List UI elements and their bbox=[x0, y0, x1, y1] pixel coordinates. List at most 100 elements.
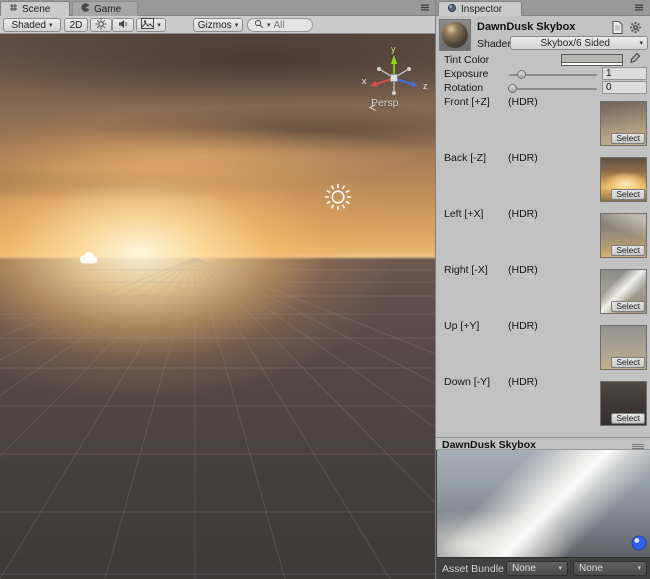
sun-icon bbox=[95, 18, 107, 33]
rotation-label: Rotation bbox=[444, 82, 483, 94]
texture-slot-front: Front [+Z] (HDR) Select bbox=[436, 96, 650, 148]
rotation-slider[interactable] bbox=[509, 88, 597, 90]
2d-toggle-label: 2D bbox=[70, 20, 83, 31]
exposure-slider-thumb[interactable] bbox=[517, 70, 526, 79]
tab-game-label: Game bbox=[94, 4, 121, 15]
axis-neg-icon[interactable] bbox=[392, 91, 396, 95]
texture-slot-right: Right [-X] (HDR) Select bbox=[436, 264, 650, 316]
hdr-badge: (HDR) bbox=[508, 152, 538, 164]
eyedropper-icon[interactable] bbox=[629, 52, 641, 68]
texture-label: Right [-X] bbox=[444, 264, 488, 276]
inspector-body: DawnDusk Skybox Shader Skybox/6 Sided ▾ … bbox=[436, 16, 650, 437]
inspector-menu-icon[interactable] bbox=[634, 3, 644, 15]
chevron-down-icon: ▾ bbox=[639, 40, 643, 47]
2d-toggle-button[interactable]: 2D bbox=[64, 18, 88, 32]
tab-inspector-label: Inspector bbox=[461, 4, 502, 15]
audio-toggle-button[interactable] bbox=[112, 18, 134, 32]
rotation-field[interactable] bbox=[602, 81, 647, 94]
hdr-badge: (HDR) bbox=[508, 208, 538, 220]
asset-bundle-bar: Asset Bundle None ▾ None ▾ bbox=[436, 557, 650, 579]
scene-menu-icon[interactable] bbox=[420, 3, 430, 15]
texture-slot-down: Down [-Y] (HDR) Select bbox=[436, 376, 650, 428]
select-texture-button[interactable]: Select bbox=[611, 189, 645, 200]
tint-color-label: Tint Color bbox=[444, 54, 489, 66]
texture-thumbnail-front[interactable]: Select bbox=[600, 101, 647, 146]
shaded-dropdown[interactable]: Shaded ▾ bbox=[3, 18, 61, 32]
hdr-badge: (HDR) bbox=[508, 96, 538, 108]
select-texture-button[interactable]: Select bbox=[611, 357, 645, 368]
axis-neg-icon[interactable] bbox=[377, 67, 381, 71]
tab-inspector[interactable]: Inspector bbox=[438, 1, 522, 16]
axis-x-label: x bbox=[362, 76, 367, 86]
texture-thumbnail-back[interactable]: Select bbox=[600, 157, 647, 202]
texture-thumbnail-right[interactable]: Select bbox=[600, 269, 647, 314]
preview-body bbox=[436, 450, 650, 557]
directional-light-gizmo-icon[interactable] bbox=[318, 177, 358, 217]
asset-bundle-label: Asset Bundle bbox=[442, 563, 504, 575]
texture-thumbnail-up[interactable]: Select bbox=[600, 325, 647, 370]
speaker-icon bbox=[117, 18, 129, 33]
material-preview-panel: DawnDusk Skybox Asset Bundle None bbox=[436, 437, 650, 579]
texture-label: Back [-Z] bbox=[444, 152, 486, 164]
select-texture-button[interactable]: Select bbox=[611, 245, 645, 256]
asset-bundle-dropdown[interactable]: None ▾ bbox=[506, 561, 568, 576]
cloud-gizmo-icon[interactable] bbox=[78, 251, 100, 265]
select-texture-button[interactable]: Select bbox=[611, 133, 645, 144]
select-texture-button[interactable]: Select bbox=[611, 301, 645, 312]
exposure-slider[interactable] bbox=[509, 74, 597, 76]
gear-icon[interactable] bbox=[629, 21, 642, 37]
texture-thumbnail-down[interactable]: Select bbox=[600, 381, 647, 426]
select-texture-button[interactable]: Select bbox=[611, 413, 645, 424]
chevron-down-icon: ▾ bbox=[157, 22, 161, 29]
shader-label: Shader bbox=[477, 38, 511, 50]
preview-badge-icon[interactable] bbox=[631, 535, 647, 554]
persp-toggle[interactable]: Persp bbox=[368, 97, 398, 109]
texture-label: Left [+X] bbox=[444, 208, 483, 220]
axis-neg-icon[interactable] bbox=[407, 67, 411, 71]
gizmo-center-cube[interactable] bbox=[391, 75, 398, 82]
texture-thumbnail-left[interactable]: Select bbox=[600, 213, 647, 258]
chevron-down-icon: ▾ bbox=[637, 565, 641, 572]
unity-editor-window: Scene Game Shaded ▾ 2D bbox=[0, 0, 650, 579]
texture-slot-left: Left [+X] (HDR) Select bbox=[436, 208, 650, 260]
texture-label: Down [-Y] bbox=[444, 376, 490, 388]
scene-panel: Scene Game Shaded ▾ 2D bbox=[0, 0, 435, 579]
material-sphere-icon bbox=[442, 22, 468, 48]
rotation-slider-thumb[interactable] bbox=[508, 84, 517, 93]
scene-viewport[interactable]: y x z Persp bbox=[0, 34, 435, 579]
axis-y-cone[interactable] bbox=[391, 55, 397, 64]
hdr-badge: (HDR) bbox=[508, 320, 538, 332]
inspector-panel: Inspector DawnDusk Skybox Shader Skybox/… bbox=[435, 0, 650, 579]
effects-dropdown[interactable]: ▾ bbox=[136, 18, 166, 32]
asset-bundle-variant-dropdown[interactable]: None ▾ bbox=[573, 561, 647, 576]
tint-color-alpha-bar bbox=[562, 62, 622, 65]
gizmos-dropdown[interactable]: Gizmos ▾ bbox=[193, 18, 243, 32]
axis-x-cone[interactable] bbox=[370, 81, 378, 87]
material-preview-thumbnail[interactable] bbox=[439, 19, 471, 51]
inspector-icon bbox=[447, 3, 457, 16]
shader-dropdown[interactable]: Skybox/6 Sided ▾ bbox=[510, 36, 648, 50]
shaded-dropdown-label: Shaded bbox=[12, 20, 46, 31]
chevron-down-icon: ▾ bbox=[267, 22, 271, 29]
tab-game[interactable]: Game bbox=[72, 1, 138, 16]
asset-bundle-value: None bbox=[512, 563, 536, 574]
scene-icon bbox=[9, 3, 18, 15]
chevron-down-icon: ▾ bbox=[235, 22, 239, 29]
tint-color-swatch[interactable] bbox=[561, 54, 623, 66]
image-icon bbox=[141, 18, 154, 32]
scene-search-input[interactable]: ▾ All bbox=[247, 18, 313, 32]
axis-z-label: z bbox=[423, 81, 428, 91]
exposure-field[interactable] bbox=[602, 67, 647, 80]
hdr-badge: (HDR) bbox=[508, 264, 538, 276]
docs-icon[interactable] bbox=[612, 21, 623, 37]
lighting-toggle-button[interactable] bbox=[90, 18, 112, 32]
preview-header[interactable]: DawnDusk Skybox bbox=[436, 437, 650, 450]
inspector-tabbar: Inspector bbox=[436, 0, 650, 16]
skybox-preview-image[interactable] bbox=[437, 450, 650, 557]
tab-scene[interactable]: Scene bbox=[0, 1, 70, 16]
asset-bundle-variant-value: None bbox=[579, 563, 603, 574]
axis-z-cone[interactable] bbox=[410, 81, 418, 87]
ground-grid bbox=[0, 34, 435, 579]
search-icon bbox=[254, 19, 264, 32]
gizmos-dropdown-label: Gizmos bbox=[198, 20, 232, 31]
